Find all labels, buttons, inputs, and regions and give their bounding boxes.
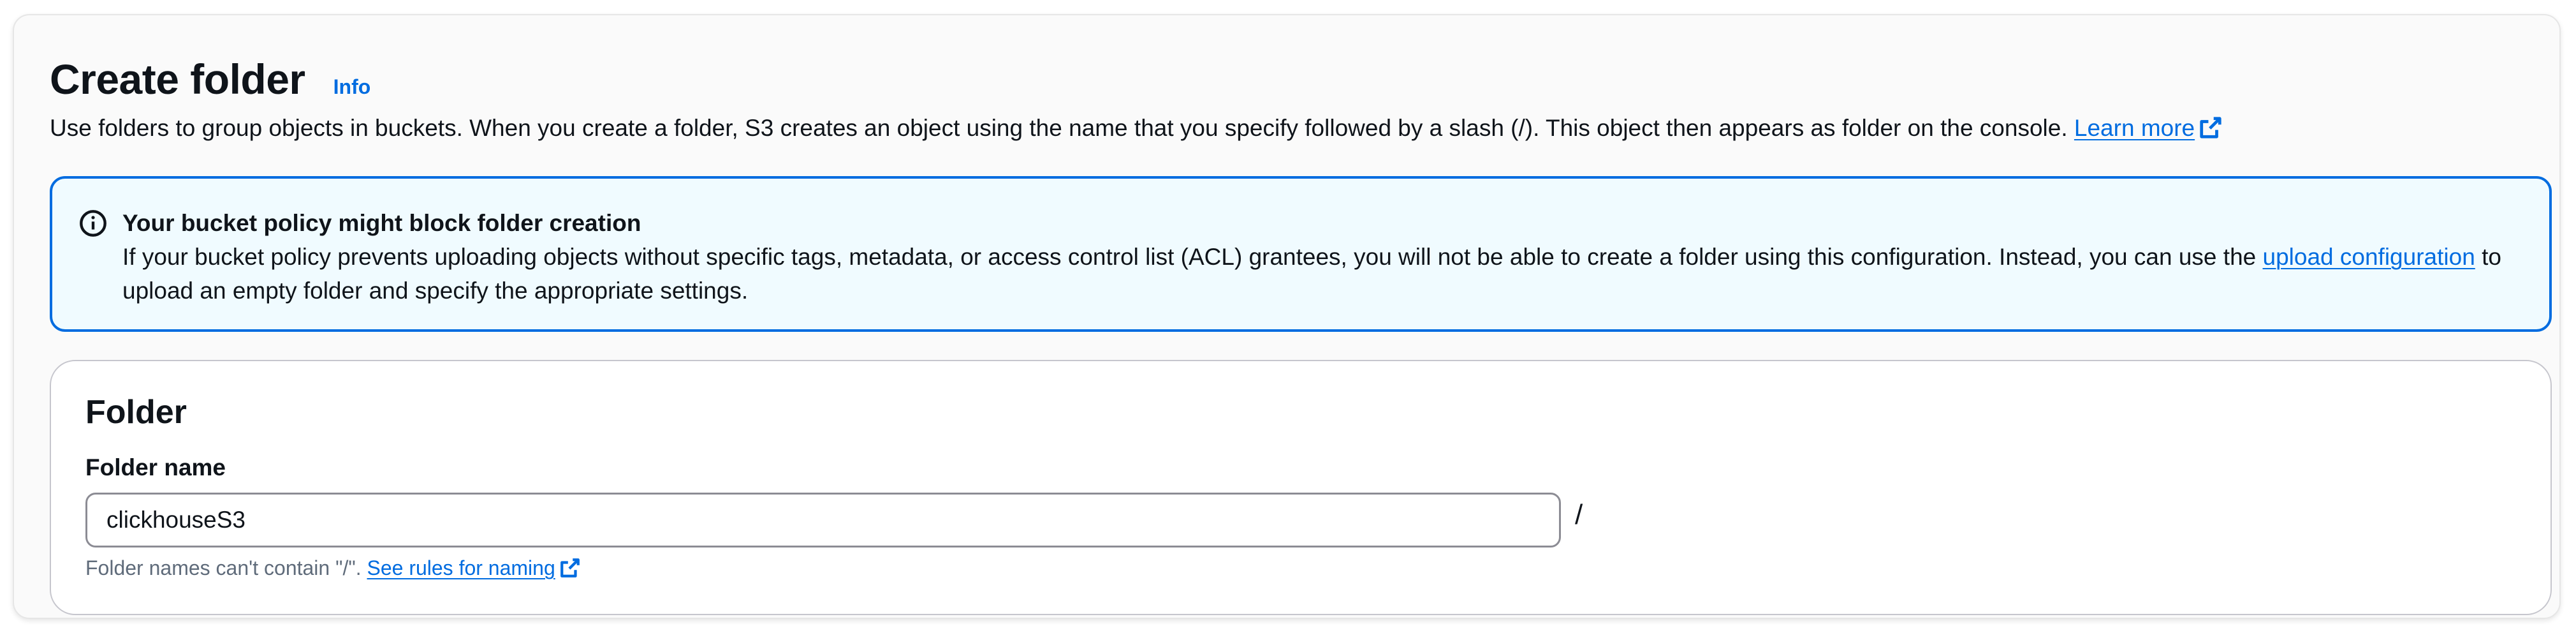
alert-text: If your bucket policy prevents uploading… (122, 240, 2507, 308)
folder-name-label: Folder name (85, 454, 226, 480)
hint-text: Folder names can't contain "/". (85, 556, 362, 579)
folder-section: Folder Folder name / Folder names can't … (50, 360, 2552, 615)
info-link[interactable]: Info (333, 75, 371, 99)
alert-text-before: If your bucket policy prevents uploading… (122, 244, 2257, 270)
naming-rules-label: See rules for naming (367, 556, 555, 579)
naming-rules-link[interactable]: See rules for naming (367, 556, 580, 579)
folder-section-heading: Folder (85, 394, 187, 431)
external-link-icon (2200, 117, 2221, 138)
folder-name-hint: Folder names can't contain "/". See rule… (85, 556, 581, 580)
upload-configuration-link[interactable]: upload configuration (2263, 244, 2475, 270)
description-text: Use folders to group objects in buckets.… (50, 115, 2068, 141)
alert-title: Your bucket policy might block folder cr… (122, 210, 641, 236)
info-circle-icon (80, 210, 106, 237)
create-folder-panel: Create folder Info Use folders to group … (13, 14, 2561, 619)
folder-name-suffix: / (1575, 499, 1583, 530)
page-header: Create folder Info (50, 55, 370, 103)
learn-more-label: Learn more (2074, 115, 2195, 141)
page-title: Create folder (50, 56, 305, 103)
page-description: Use folders to group objects in buckets.… (50, 115, 2223, 142)
folder-name-input[interactable] (85, 493, 1561, 547)
external-link-icon (560, 558, 580, 577)
learn-more-link[interactable]: Learn more (2074, 115, 2223, 141)
bucket-policy-alert: Your bucket policy might block folder cr… (50, 176, 2552, 332)
alert-body: Your bucket policy might block folder cr… (122, 207, 2507, 308)
